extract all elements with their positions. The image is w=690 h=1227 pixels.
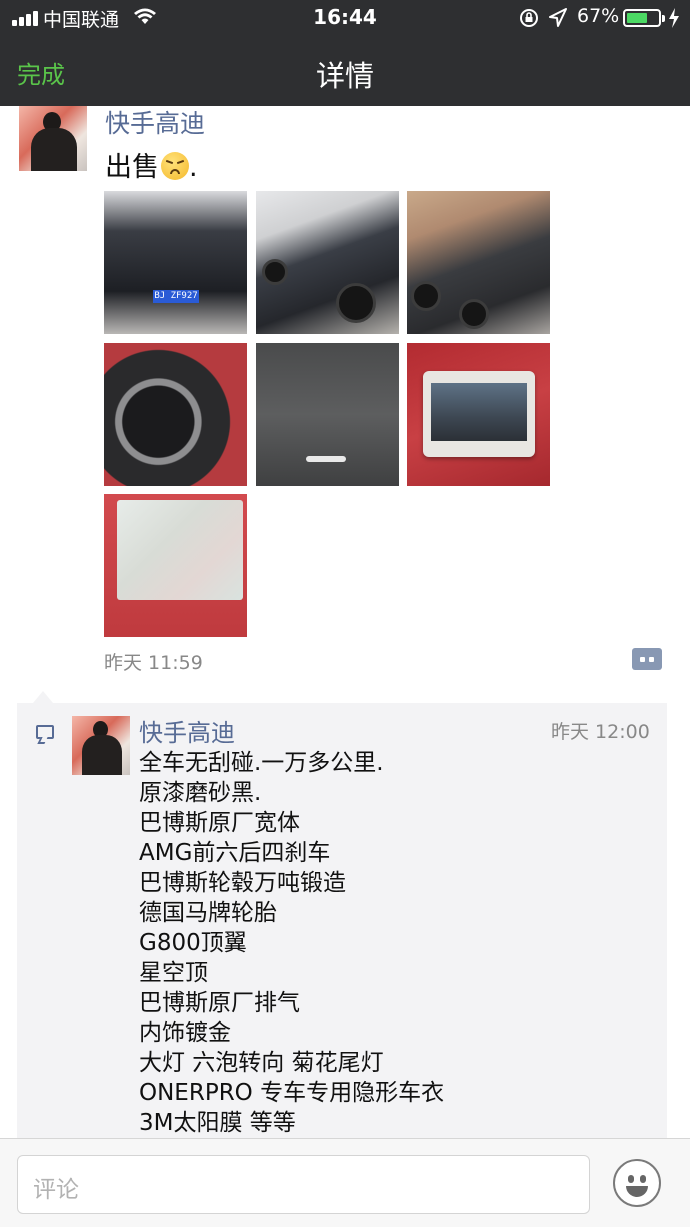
comment-pointer — [33, 691, 53, 703]
comment-line: AMG前六后四刹车 — [139, 840, 331, 866]
comment-line: ONERPRO 专车专用隐形车衣 — [139, 1080, 445, 1106]
rotation-lock-icon — [520, 9, 538, 27]
comment-line: 原漆磨砂黑. — [139, 780, 262, 806]
car-photo-card[interactable] — [407, 343, 550, 486]
comment-input[interactable]: 评论 — [17, 1155, 590, 1214]
comment-input-placeholder: 评论 — [33, 1177, 79, 1203]
page-title: 详情 — [315, 59, 374, 93]
car-front-photo[interactable]: BJ ZF927 — [104, 191, 247, 334]
post-timestamp: 昨天 11:59 — [104, 652, 203, 674]
sleepy-face-emoji-icon — [161, 152, 189, 180]
interior-light-photo[interactable] — [256, 343, 399, 486]
comment-line: 内饰镀金 — [139, 1020, 231, 1046]
steering-wheel-photo[interactable] — [104, 343, 247, 486]
charging-bolt-icon — [669, 8, 679, 28]
commenter-name[interactable]: 快手高迪 — [139, 713, 235, 748]
car-side-photo[interactable] — [256, 191, 399, 334]
comment-line: 巴博斯原厂排气 — [139, 990, 300, 1016]
commenter-avatar[interactable] — [72, 716, 130, 775]
license-plate: BJ ZF927 — [153, 290, 199, 303]
battery-percent: 67% — [577, 5, 620, 27]
comment-line: G800顶翼 — [139, 930, 247, 956]
comment-line: 全车无刮碰.一万多公里. — [139, 750, 384, 776]
comment-line: 大灯 六泡转向 菊花尾灯 — [139, 1050, 384, 1076]
post-text: 出售. — [105, 145, 198, 184]
comment-timestamp: 昨天 12:00 — [551, 721, 650, 743]
battery-icon — [623, 9, 665, 27]
comment-line: 德国马牌轮胎 — [139, 900, 277, 926]
comment-line: 星空顶 — [139, 960, 208, 986]
post-text-suffix: . — [189, 152, 198, 183]
emoji-picker-icon[interactable] — [613, 1159, 661, 1207]
poster-avatar[interactable] — [19, 106, 87, 171]
comment-text: 全车无刮碰.一万多公里. 原漆磨砂黑. 巴博斯原厂宽体 AMG前六后四刹车 巴博… — [139, 748, 444, 1138]
status-bar: 中国联通 16:44 67% — [0, 0, 690, 36]
comment-line: 巴博斯原厂宽体 — [139, 810, 300, 836]
vehicle-license-photo[interactable] — [104, 494, 247, 637]
poster-name[interactable]: 快手高迪 — [105, 104, 205, 140]
more-actions-icon[interactable] — [632, 648, 662, 670]
car-rear-side-photo[interactable] — [407, 191, 550, 334]
location-icon — [549, 8, 567, 27]
comment-icon — [36, 725, 54, 739]
header: 中国联通 16:44 67% 完成 详情 — [0, 0, 690, 106]
comment-line: 巴博斯轮毂万吨锻造 — [139, 870, 346, 896]
comment-input-bar: 评论 — [0, 1138, 690, 1227]
post-text-content: 出售 — [105, 152, 159, 183]
comment-line: 3M太阳膜 等等 — [139, 1110, 296, 1136]
